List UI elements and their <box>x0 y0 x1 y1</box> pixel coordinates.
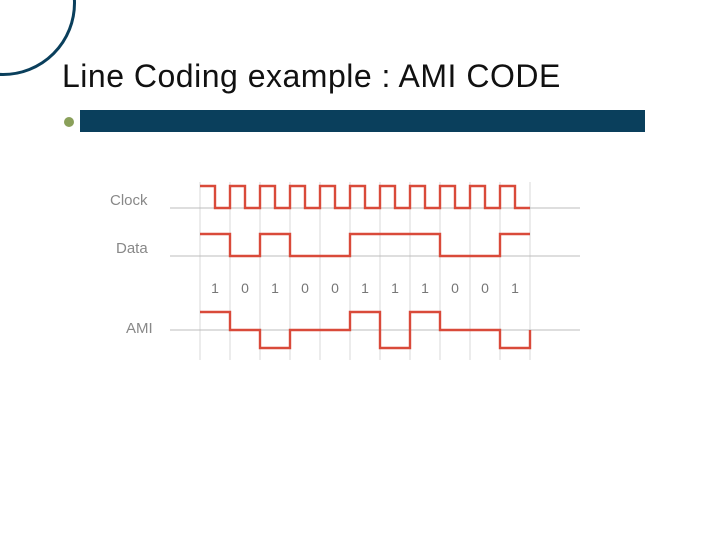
slide: Line Coding example : AMI CODE Clock Dat… <box>0 0 720 540</box>
timing-diagram: Clock Data AMI 10100111001 <box>110 180 610 400</box>
bit-label: 1 <box>350 280 380 296</box>
bit-label: 0 <box>470 280 500 296</box>
bit-label: 1 <box>260 280 290 296</box>
bit-label: 1 <box>410 280 440 296</box>
row-label-clock: Clock <box>110 192 148 209</box>
bit-label: 1 <box>380 280 410 296</box>
bit-label: 0 <box>440 280 470 296</box>
bit-label: 0 <box>290 280 320 296</box>
bit-label: 0 <box>230 280 260 296</box>
row-label-data: Data <box>116 240 148 257</box>
row-label-ami: AMI <box>126 320 153 337</box>
title-underline <box>80 110 645 132</box>
bit-label: 0 <box>320 280 350 296</box>
page-title: Line Coding example : AMI CODE <box>62 58 561 95</box>
bit-label: 1 <box>200 280 230 296</box>
bit-label: 1 <box>500 280 530 296</box>
bullet-icon <box>64 117 74 127</box>
